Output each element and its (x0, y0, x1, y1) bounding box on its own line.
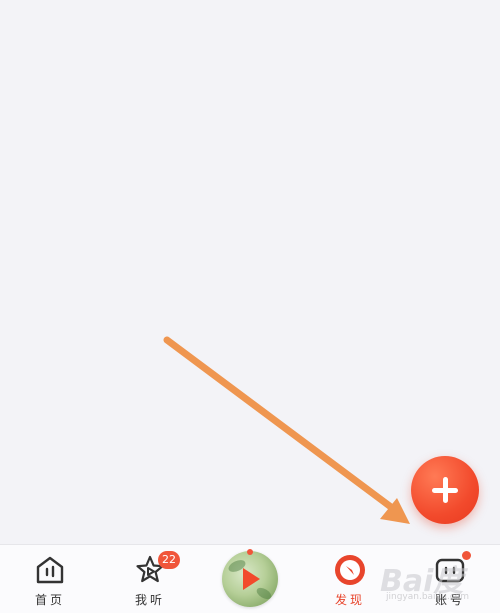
add-button[interactable] (411, 456, 479, 524)
tab-my-listening-label: 我听 (134, 593, 165, 607)
album-indicator-dot (247, 549, 253, 555)
tab-account-label: 账号 (434, 593, 465, 607)
unread-count-badge: 22 (158, 551, 180, 569)
tab-my-listening[interactable]: 22 我听 (100, 545, 200, 613)
album-play-icon (222, 551, 278, 607)
play-icon (243, 568, 260, 590)
tab-account[interactable]: 账号 (400, 545, 500, 613)
tab-home-label: 首页 (34, 593, 65, 607)
discover-compass-icon (335, 555, 365, 585)
notification-dot (462, 551, 471, 560)
bottom-tab-bar: 首页 22 我听 发现 账号 (0, 544, 500, 613)
tab-discover[interactable]: 发现 (300, 545, 400, 613)
tab-discover-label: 发现 (334, 593, 365, 607)
home-house-icon (36, 556, 64, 584)
tab-home[interactable]: 首页 (0, 545, 100, 613)
tab-now-playing[interactable] (200, 545, 300, 613)
